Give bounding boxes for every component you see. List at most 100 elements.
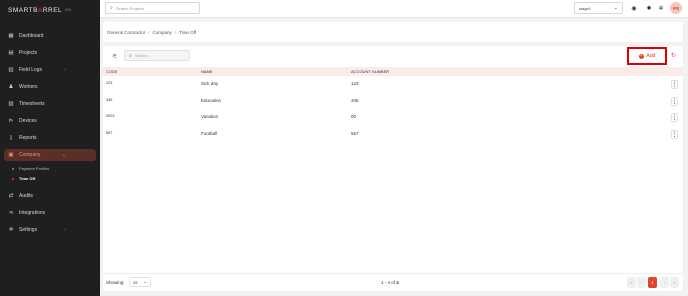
cell-account-number: 567 bbox=[351, 131, 359, 136]
sidebar-item-company[interactable]: ▣ Company ⌄ bbox=[4, 149, 96, 161]
last-page-icon[interactable]: » bbox=[670, 277, 679, 288]
per-page-select[interactable]: 25 ⌄ bbox=[129, 277, 151, 287]
sidebar-item-reports[interactable]: ▯ Reports bbox=[4, 132, 96, 144]
sidebar-item-label: Settings bbox=[19, 227, 38, 233]
search-icon: ⌕ bbox=[110, 5, 113, 11]
table-row[interactable]: 123 Sick day 123 ⋮ bbox=[103, 77, 683, 93]
timesheet-icon: ▧ bbox=[8, 101, 14, 107]
cell-name: Education bbox=[201, 98, 222, 103]
sidebar-item-label: Dashboard bbox=[19, 33, 44, 39]
table-row[interactable]: 345 Education 345 ⋮ bbox=[103, 94, 683, 110]
sidebar-item-label: Devices bbox=[19, 118, 37, 124]
sidebar-subitem-label: Payment Profiles bbox=[19, 166, 50, 171]
pagination-range: 1 - 4 of 4 bbox=[381, 280, 399, 285]
sidebar-item-timesheets[interactable]: ▧ Timesheets bbox=[4, 98, 96, 110]
integrations-icon: ⋖ bbox=[8, 210, 14, 216]
gear-icon: ✲ bbox=[8, 227, 14, 233]
sidebar-item-devices[interactable]: ⊳ Devices bbox=[4, 115, 96, 127]
more-actions-icon[interactable]: ⋮ bbox=[671, 113, 678, 122]
showing-label: Showing: bbox=[106, 280, 125, 285]
gear-icon[interactable]: ✲ bbox=[657, 4, 665, 12]
sidebar-item-label: Timesheets bbox=[19, 101, 45, 107]
table-row[interactable]: 567 Football 567 ⋮ bbox=[103, 127, 683, 143]
briefcase-icon: ▣ bbox=[8, 152, 14, 158]
add-button[interactable]: + Add bbox=[627, 47, 667, 65]
cell-account-number: 123 bbox=[351, 81, 359, 86]
search-input[interactable]: ⌕ Search... bbox=[124, 50, 190, 61]
sidebar-item-settings[interactable]: ✲ Settings ‹ bbox=[4, 224, 96, 236]
more-actions-icon[interactable]: ⋮ bbox=[671, 97, 678, 106]
search-icon: ⌕ bbox=[129, 52, 132, 59]
filter-icon[interactable]: ⚟ bbox=[112, 53, 117, 60]
bullet-icon bbox=[12, 177, 14, 180]
sidebar-item-field-logs[interactable]: ▥ Field Logs ‹ bbox=[4, 64, 96, 76]
column-header-account-number[interactable]: ACCOUNT NUMBER bbox=[351, 69, 389, 74]
cell-name: Vacation bbox=[201, 114, 219, 119]
sidebar-item-audits[interactable]: ⇄ Audits bbox=[4, 190, 96, 202]
per-page-value: 25 bbox=[133, 279, 138, 285]
sidebar: SMART B A RREL CN ▦ Dashboard ▤ Projects ▥ … bbox=[0, 0, 100, 296]
sidebar-item-label: Integrations bbox=[19, 210, 46, 216]
sun-icon[interactable]: ✹ bbox=[645, 4, 653, 12]
next-page-icon[interactable]: › bbox=[660, 277, 669, 288]
logo-text-3: RREL bbox=[42, 6, 63, 14]
sidebar-subitem-label: Time Off bbox=[19, 176, 36, 181]
stage-select[interactable]: stage1 ⌄ bbox=[574, 2, 623, 14]
range-total: 4 bbox=[396, 280, 399, 285]
prev-page-icon[interactable]: ‹ bbox=[637, 277, 646, 288]
sidebar-item-label: Audits bbox=[19, 193, 33, 199]
avatar[interactable]: PS bbox=[670, 2, 682, 14]
sidebar-item-projects[interactable]: ▤ Projects bbox=[4, 47, 96, 59]
audit-icon: ⇄ bbox=[8, 193, 14, 199]
workers-icon: ♟ bbox=[8, 84, 14, 90]
plus-icon: + bbox=[638, 52, 644, 59]
table-row[interactable]: 0003 Vacation 00 ⋮ bbox=[103, 110, 683, 126]
projects-icon: ▤ bbox=[8, 50, 14, 56]
cell-name: Football bbox=[201, 131, 218, 136]
first-page-icon[interactable]: « bbox=[627, 277, 636, 288]
breadcrumb-separator: / bbox=[148, 29, 150, 35]
breadcrumb-separator: / bbox=[174, 29, 177, 35]
sidebar-subitem-time-off[interactable]: Time Off bbox=[12, 176, 35, 181]
table-footer: Showing: 25 ⌄ 1 - 4 of 4 « ‹ 1 › » bbox=[103, 273, 683, 291]
breadcrumb-item[interactable]: General Contractor bbox=[107, 30, 145, 35]
column-header-name[interactable]: NAME bbox=[201, 69, 213, 74]
sidebar-item-label: Projects bbox=[19, 50, 38, 56]
user-circle-icon[interactable]: ◉ bbox=[630, 4, 638, 12]
sidebar-subitem-payment-profiles[interactable]: Payment Profiles bbox=[12, 166, 49, 171]
app-logo[interactable]: SMART B A RREL CN bbox=[8, 6, 71, 14]
cell-code: 0003 bbox=[106, 114, 115, 118]
chevron-down-icon: ⌄ bbox=[613, 5, 618, 11]
sidebar-item-label: Company bbox=[19, 152, 41, 158]
sidebar-item-label: Workers bbox=[19, 84, 38, 90]
add-button-label: Add bbox=[646, 53, 656, 59]
page-button-current[interactable]: 1 bbox=[648, 277, 657, 288]
reports-icon: ▯ bbox=[9, 135, 13, 141]
cell-name: Sick day bbox=[201, 81, 219, 86]
more-actions-icon[interactable]: ⋮ bbox=[671, 130, 678, 139]
cell-code: 123 bbox=[106, 81, 113, 85]
chevron-left-icon: ‹ bbox=[64, 67, 66, 73]
devices-icon: ⊳ bbox=[8, 118, 14, 124]
sidebar-item-integrations[interactable]: ⋖ Integrations bbox=[4, 207, 96, 219]
cell-account-number: 345 bbox=[351, 98, 359, 103]
version-badge: CN bbox=[65, 8, 72, 12]
breadcrumb-item[interactable]: Company bbox=[153, 30, 172, 35]
bullet-icon bbox=[12, 167, 14, 170]
topbar: ⌕ Search Projects stage1 ⌄ ◉ ✹ ✲ PS bbox=[100, 0, 688, 18]
sidebar-item-dashboard[interactable]: ▦ Dashboard bbox=[4, 30, 96, 42]
refresh-icon[interactable]: ↻ bbox=[671, 52, 676, 59]
dashboard-icon: ▦ bbox=[8, 33, 14, 39]
column-header-code[interactable]: CODE bbox=[106, 69, 118, 74]
time-off-panel: ⚟ ⌕ Search... + Add ↻ CODE NAME ACCOUNT … bbox=[103, 46, 683, 291]
chevron-left-icon: ‹ bbox=[64, 227, 66, 233]
more-actions-icon[interactable]: ⋮ bbox=[671, 80, 678, 89]
cell-code: 345 bbox=[106, 98, 113, 102]
stage-value: stage1 bbox=[579, 5, 592, 11]
table-header: CODE NAME ACCOUNT NUMBER bbox=[103, 67, 683, 76]
breadcrumb-item-current: Time Off bbox=[179, 29, 197, 35]
range-text: 1 - 4 of bbox=[381, 280, 397, 285]
sidebar-item-workers[interactable]: ♟ Workers bbox=[4, 81, 96, 93]
project-search-input[interactable]: ⌕ Search Projects bbox=[105, 2, 200, 14]
chevron-down-icon: ⌄ bbox=[143, 279, 147, 284]
